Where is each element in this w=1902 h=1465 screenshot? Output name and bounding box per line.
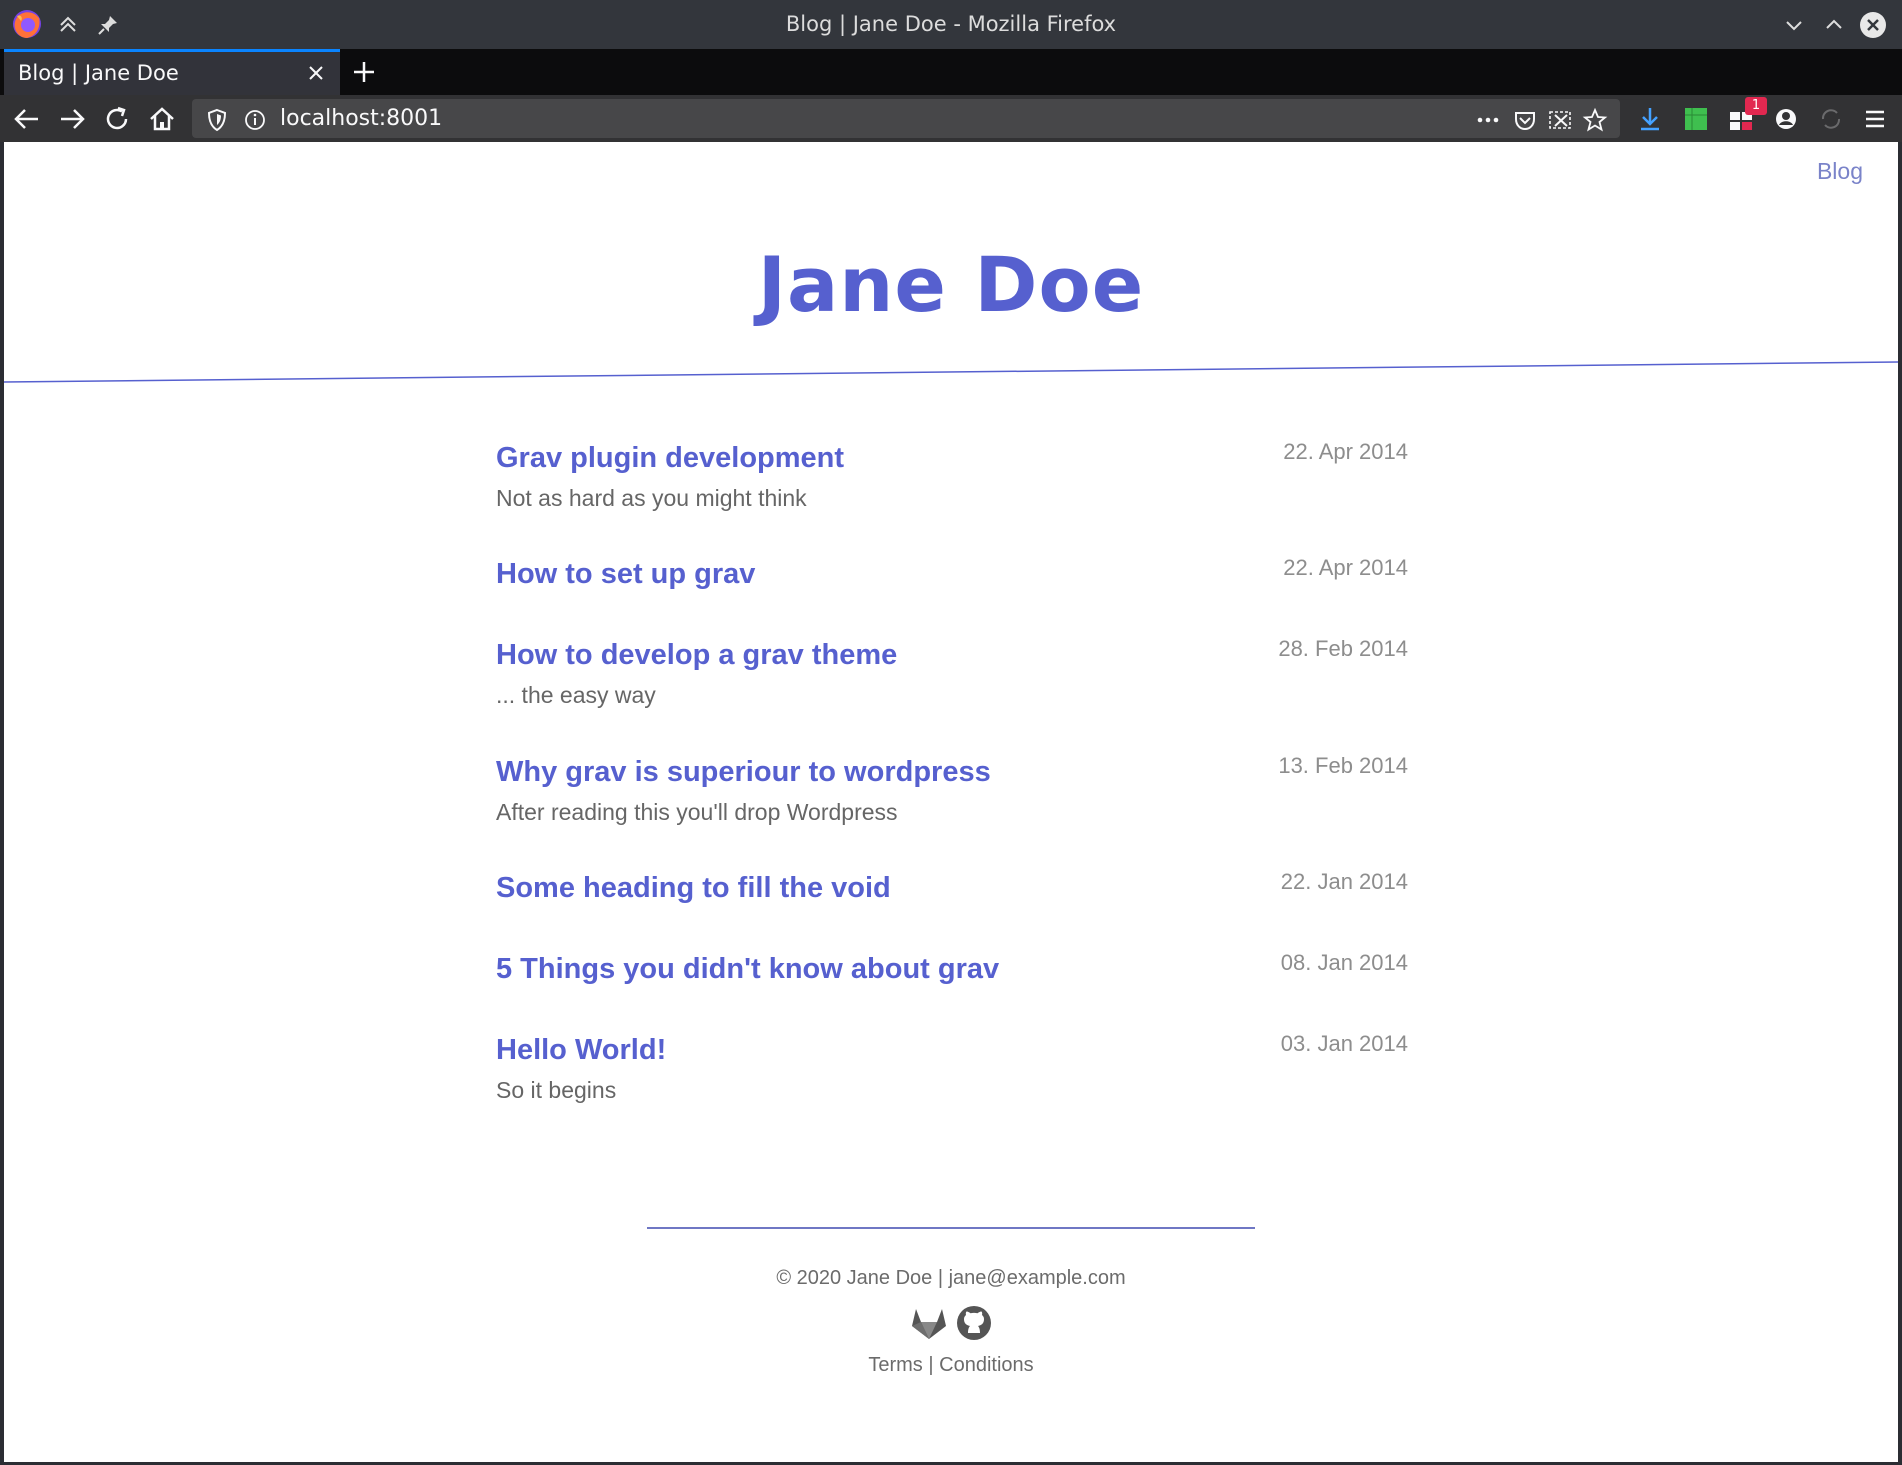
post-title-link[interactable]: Hello World! — [496, 1034, 666, 1067]
footer-links: Terms | Conditions — [4, 1354, 1898, 1377]
footer-divider — [647, 1227, 1255, 1229]
nav-link-blog[interactable]: Blog — [1817, 158, 1863, 185]
post-date: 08. Jan 2014 — [1280, 950, 1408, 975]
footer-separator: | — [928, 1354, 934, 1376]
sync-icon[interactable] — [1816, 104, 1846, 134]
tracking-shield-icon[interactable] — [204, 107, 230, 133]
post-title-link[interactable]: Grav plugin development — [496, 442, 844, 475]
downloads-icon[interactable] — [1635, 104, 1665, 134]
footer-social — [4, 1305, 1898, 1341]
notification-badge: 1 — [1745, 97, 1767, 115]
gitlab-icon[interactable] — [910, 1305, 948, 1341]
post-date: 03. Jan 2014 — [1280, 1031, 1408, 1056]
terms-link[interactable]: Terms — [868, 1354, 922, 1376]
github-icon[interactable] — [956, 1305, 992, 1341]
menu-icon[interactable] — [1860, 104, 1890, 134]
post-subtitle: ... the easy way — [496, 682, 656, 708]
site-info-icon[interactable] — [242, 107, 268, 133]
minimize-icon[interactable] — [1779, 10, 1809, 40]
post-date: 28. Feb 2014 — [1278, 636, 1408, 661]
post-subtitle: After reading this you'll drop Wordpress — [496, 799, 898, 825]
post-title-link[interactable]: 5 Things you didn't know about grav — [496, 953, 999, 986]
page-actions-icon[interactable] — [1475, 107, 1501, 133]
reload-icon[interactable] — [102, 104, 132, 134]
maximize-icon[interactable] — [1819, 10, 1849, 40]
back-icon[interactable] — [12, 104, 42, 134]
screenshot-icon[interactable] — [1547, 107, 1573, 133]
post-subtitle: So it begins — [496, 1077, 617, 1103]
post-title-link[interactable]: How to set up grav — [496, 558, 755, 591]
post-date: 22. Apr 2014 — [1283, 439, 1408, 464]
window-titlebar: Blog | Jane Doe - Mozilla Firefox — [0, 0, 1902, 49]
header-divider — [4, 361, 1898, 383]
post-title-link[interactable]: Why grav is superiour to wordpress — [496, 756, 991, 789]
extension-sheet-icon[interactable] — [1681, 104, 1711, 134]
account-icon[interactable] — [1771, 104, 1801, 134]
footer-copyright: © 2020 Jane Doe | jane@example.com — [776, 1267, 1126, 1289]
post-title-link[interactable]: How to develop a grav theme — [496, 639, 897, 672]
url-text[interactable]: localhost:8001 — [280, 106, 442, 131]
close-tab-icon[interactable] — [306, 63, 326, 83]
post-subtitle: Not as hard as you might think — [496, 485, 807, 511]
new-tab-icon[interactable] — [349, 57, 379, 87]
conditions-link[interactable]: Conditions — [939, 1354, 1034, 1376]
tab-bar: Blog | Jane Doe — [0, 49, 1902, 95]
bookmark-star-icon[interactable] — [1582, 107, 1608, 133]
page-content: Blog Jane Doe Grav plugin development 22.… — [4, 142, 1898, 1462]
tab-blog[interactable]: Blog | Jane Doe — [4, 49, 340, 95]
close-window-icon[interactable] — [1858, 10, 1888, 40]
post-date: 22. Jan 2014 — [1280, 869, 1408, 894]
window-title: Blog | Jane Doe - Mozilla Firefox — [785, 12, 1117, 36]
nav-bar: localhost:8001 1 — [0, 95, 1902, 142]
post-date: 22. Apr 2014 — [1283, 555, 1408, 580]
site-title[interactable]: Jane Doe — [4, 240, 1898, 329]
url-bar[interactable]: localhost:8001 — [192, 99, 1620, 138]
post-date: 13. Feb 2014 — [1278, 753, 1408, 778]
pocket-icon[interactable] — [1512, 107, 1538, 133]
forward-icon[interactable] — [57, 104, 87, 134]
home-icon[interactable] — [147, 104, 177, 134]
tab-label: Blog | Jane Doe — [18, 61, 179, 85]
post-title-link[interactable]: Some heading to fill the void — [496, 872, 891, 905]
